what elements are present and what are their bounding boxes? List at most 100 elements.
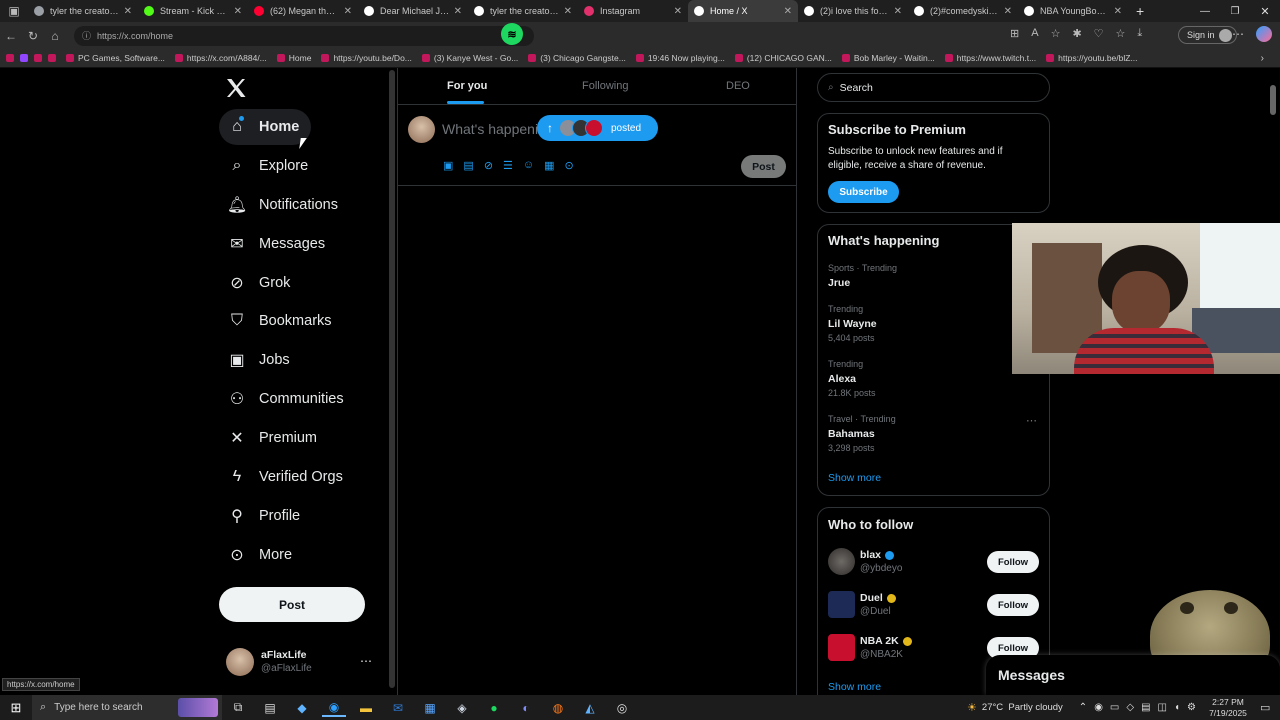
bookmark-item[interactable]: (12) CHICAGO GAN... (734, 53, 832, 63)
maximize-button[interactable]: ❐ (1220, 6, 1250, 17)
volume-icon[interactable]: ◖ (1174, 702, 1180, 713)
clock[interactable]: 2:27 PM 7/19/2025 (1206, 697, 1250, 719)
bookmark-item[interactable]: https://youtu.be/blZ... (1046, 53, 1138, 63)
x-logo-icon[interactable] (224, 76, 250, 102)
follow-show-more[interactable]: Show more (828, 681, 881, 693)
sidebar-scrollbar[interactable] (389, 70, 395, 688)
spotify-taskbar-icon[interactable]: ● (482, 699, 506, 717)
browser-tab[interactable]: tyler the creator do ✕ (468, 0, 578, 22)
schedule-icon[interactable]: ▦ (544, 159, 554, 172)
bookmark-item[interactable]: Bob Marley - Waitin... (841, 53, 935, 63)
sidebar-item-jobs[interactable]: ▣ Jobs (219, 342, 302, 378)
tray-app-icon[interactable]: ▭ (1110, 702, 1119, 713)
copilot-taskbar-icon[interactable]: ◆ (290, 699, 314, 717)
tab-close-icon[interactable]: ✕ (674, 6, 682, 17)
media-app-icon[interactable]: ▦ (418, 699, 442, 717)
sidebar-item-explore[interactable]: ⌕ Explore (219, 148, 320, 184)
browser-tab[interactable]: (2)i love this for him ✕ (798, 0, 908, 22)
bluestacks-icon[interactable]: ◭ (578, 699, 602, 717)
steam-icon[interactable]: ◈ (450, 699, 474, 717)
network-icon[interactable]: ◫ (1158, 702, 1167, 713)
subscribe-button[interactable]: Subscribe (828, 181, 899, 203)
browser-essentials-icon[interactable]: ♡ (1094, 27, 1104, 40)
notifications-tray-icon[interactable]: ▭ (1260, 701, 1280, 714)
weather-icon[interactable]: ☀ (967, 701, 977, 714)
extensions-icon[interactable]: ✱ (1072, 27, 1081, 40)
obs-icon[interactable]: ◎ (610, 699, 634, 717)
sidebar-item-communities[interactable]: ⚇ Communities (219, 381, 356, 417)
game-app-icon[interactable]: ◍ (546, 699, 570, 717)
weather-text[interactable]: 27°C Partly cloudy (982, 702, 1063, 713)
browser-tab[interactable]: (2)#comedyskits # ✕ (908, 0, 1018, 22)
composer-post-button[interactable]: Post (741, 155, 786, 178)
sidebar-item-bookmarks[interactable]: ⛉ Bookmarks (219, 303, 344, 339)
sidebar-item-messages[interactable]: ✉ Messages (219, 226, 337, 262)
browser-tab[interactable]: Instagram ✕ (578, 0, 688, 22)
url-field[interactable]: ⓘ https://x.com/home (74, 25, 534, 46)
tab-following[interactable]: Following (582, 80, 628, 92)
tray-app-icon[interactable]: ◉ (1094, 702, 1103, 713)
bookmark-item[interactable]: (3) Kanye West - Go... (421, 53, 518, 63)
browser-tab[interactable]: Dear Michael Jacks ✕ (358, 0, 468, 22)
new-tab-button[interactable]: + (1136, 3, 1144, 19)
read-aloud-icon[interactable]: A (1031, 27, 1038, 40)
follow-avatar[interactable] (828, 634, 855, 661)
trend-name[interactable]: Jrue (828, 277, 850, 289)
media-icon[interactable]: ▣ (443, 159, 453, 172)
messages-drawer[interactable]: Messages (986, 655, 1280, 695)
tab-close-icon[interactable]: ✕ (344, 6, 352, 17)
tray-overflow-icon[interactable]: ⌃ (1079, 702, 1087, 713)
browser-tab[interactable]: (62) Megan thee st ✕ (248, 0, 358, 22)
sidebar-post-button[interactable]: Post (219, 587, 365, 622)
page-scrollbar[interactable] (1270, 85, 1276, 115)
bookmark-item[interactable]: Home (276, 53, 311, 63)
gif-icon[interactable]: ▤ (463, 159, 473, 172)
emoji-icon[interactable]: ☺ (523, 159, 534, 172)
follow-button[interactable]: Follow (987, 594, 1039, 616)
sidebar-item-verified-orgs[interactable]: ϟ Verified Orgs (219, 459, 355, 495)
browser-tab[interactable]: Home / X ✕ (688, 0, 798, 22)
trend-name[interactable]: Bahamas (828, 428, 875, 440)
bookmark-item[interactable]: https://x.com/A884/... (174, 53, 267, 63)
tab-close-icon[interactable]: ✕ (124, 6, 132, 17)
minimize-button[interactable]: — (1190, 6, 1220, 17)
follow-avatar[interactable] (828, 591, 855, 618)
browser-tab[interactable]: NBA YoungBoy vs F ✕ (1018, 0, 1128, 22)
follow-name-row[interactable]: Duel (860, 592, 896, 604)
app-available-icon[interactable]: ⊞ (1010, 27, 1019, 40)
sidebar-item-home[interactable]: ⌂ Home (219, 109, 312, 145)
bookmarks-overflow-icon[interactable]: › (1261, 53, 1264, 64)
tab-close-icon[interactable]: ✕ (894, 6, 902, 17)
task-view-icon[interactable]: ⧉ (226, 699, 250, 717)
trend-name[interactable]: Lil Wayne (828, 318, 877, 330)
new-posts-pill[interactable]: ↑ posted (537, 115, 658, 141)
refresh-icon[interactable]: ↻ (22, 29, 44, 43)
sidebar-item-premium[interactable]: ✕ Premium (219, 420, 329, 456)
windows-start-icon[interactable]: ⊞ (4, 699, 28, 717)
bookmark-youtube-icon[interactable] (34, 54, 42, 62)
follow-button[interactable]: Follow (987, 551, 1039, 573)
bookmark-item[interactable]: https://www.twitch.t... (944, 53, 1036, 63)
store-icon[interactable]: ▤ (258, 699, 282, 717)
bookmark-item[interactable]: PC Games, Software... (66, 53, 165, 63)
tab-close-icon[interactable]: ✕ (564, 6, 572, 17)
sidebar-item-grok[interactable]: ⊘ Grok (219, 265, 302, 301)
grok-compose-icon[interactable]: ⊘ (484, 159, 493, 172)
bookmark-item[interactable]: 19:46 Now playing... (635, 53, 725, 63)
tab-close-icon[interactable]: ✕ (1114, 6, 1122, 17)
search-field[interactable]: ⌕ Search (817, 73, 1050, 102)
file-explorer-icon[interactable]: ▬ (354, 699, 378, 717)
close-window-button[interactable]: ✕ (1250, 5, 1280, 18)
follow-name-row[interactable]: blax (860, 549, 895, 561)
sign-in-button[interactable]: Sign in (1178, 26, 1237, 44)
sidebar-item-notifications[interactable]: 🔔︎ Notifications (219, 187, 350, 223)
follow-name-row[interactable]: NBA 2K (860, 635, 912, 647)
tray-app-icon[interactable]: ▤ (1141, 702, 1150, 713)
trend-more-icon[interactable]: ⋯ (1026, 414, 1037, 427)
discord-icon[interactable]: ◐ (514, 699, 538, 717)
copilot-icon[interactable] (1256, 26, 1272, 42)
bookmark-youtube-icon[interactable] (6, 54, 14, 62)
tray-app-icon[interactable]: ◇ (1126, 702, 1134, 713)
tab-close-icon[interactable]: ✕ (454, 6, 462, 17)
follow-avatar[interactable] (828, 548, 855, 575)
